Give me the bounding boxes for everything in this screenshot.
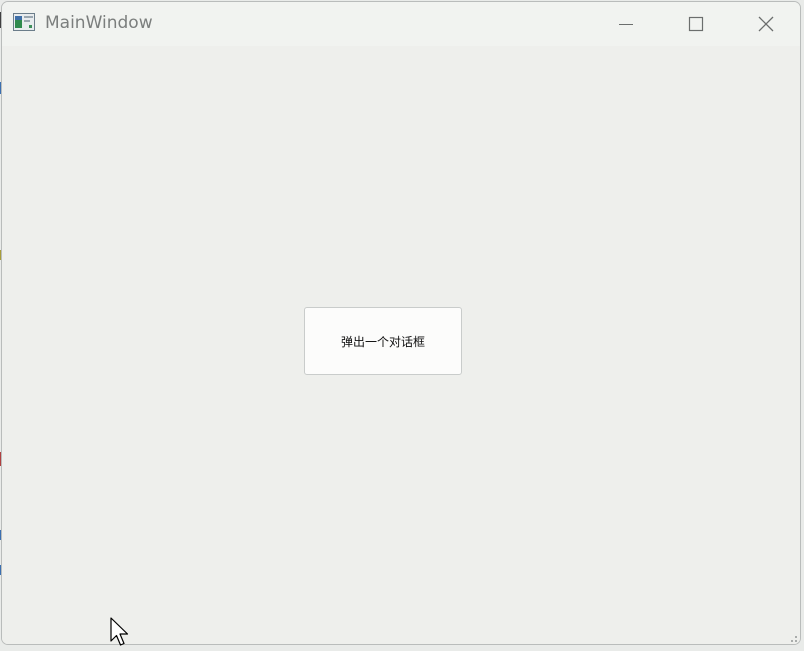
central-widget: 弹出一个对话框: [2, 46, 800, 644]
open-dialog-button[interactable]: 弹出一个对话框: [304, 307, 462, 375]
app-window-icon: [13, 13, 35, 31]
close-button[interactable]: [732, 2, 800, 46]
maximize-icon: [688, 16, 704, 32]
open-dialog-button-label: 弹出一个对话框: [340, 334, 425, 349]
minimize-button[interactable]: [592, 2, 660, 46]
main-window: MainWindow 弹出一个对话框: [1, 1, 801, 645]
window-title: MainWindow: [45, 13, 153, 33]
mouse-cursor-icon: [110, 617, 130, 647]
close-icon: [757, 15, 775, 33]
maximize-button[interactable]: [662, 2, 730, 46]
minimize-icon: [618, 16, 634, 32]
size-grip-icon[interactable]: [787, 631, 797, 642]
title-bar[interactable]: MainWindow: [2, 2, 800, 46]
